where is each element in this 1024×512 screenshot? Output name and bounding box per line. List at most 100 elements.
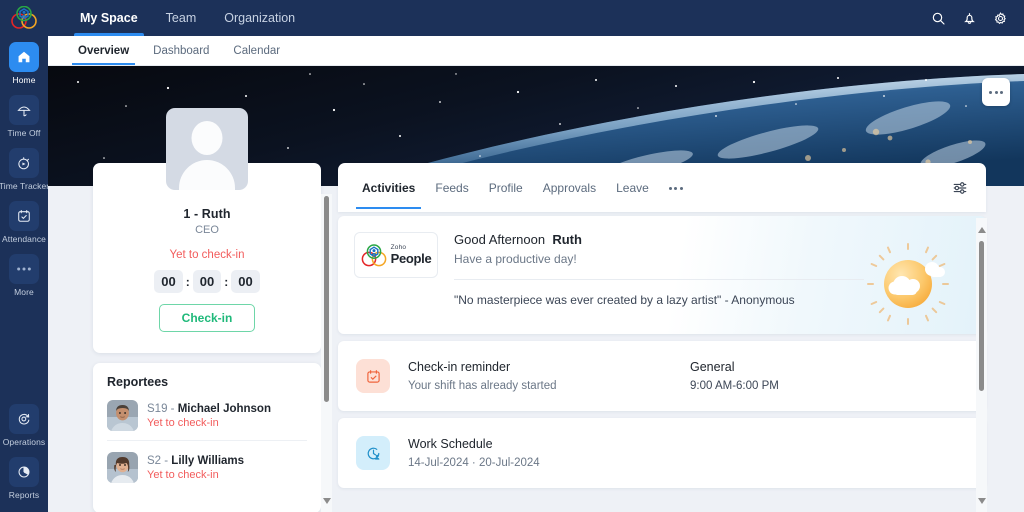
timer-seconds: 00 bbox=[231, 270, 260, 293]
list-item[interactable]: S2 - Lilly Williams Yet to check-in bbox=[107, 440, 307, 492]
activity-feed: Zoho People Good Afternoon Ruth Have a p… bbox=[338, 216, 986, 488]
tab-overview[interactable]: Overview bbox=[66, 36, 141, 65]
timer-separator-2: : bbox=[224, 274, 229, 289]
scrollbar-thumb[interactable] bbox=[979, 241, 984, 391]
app-root: Home Time Off Time Tracker Attendance Mo… bbox=[0, 0, 1024, 512]
activity-subtitle: 14-Jul-2024 · 20-Jul-2024 bbox=[408, 457, 540, 469]
reportee-status: Yet to check-in bbox=[147, 468, 219, 481]
left-column: 1 - Ruth CEO Yet to check-in 00 : 00 : 0… bbox=[93, 108, 321, 512]
primary-nav: My Space Team Organization bbox=[48, 0, 309, 36]
zoho-people-logo-icon[interactable] bbox=[0, 0, 48, 36]
profile-card: 1 - Ruth CEO Yet to check-in 00 : 00 : 0… bbox=[93, 108, 321, 353]
activity-title: Check-in reminder bbox=[408, 360, 511, 374]
tab-leave[interactable]: Leave bbox=[606, 166, 659, 209]
filter-sliders-icon[interactable] bbox=[952, 180, 972, 196]
timer-hours: 00 bbox=[154, 270, 183, 293]
scroll-up-arrow-icon[interactable] bbox=[977, 220, 986, 238]
calendar-check-icon bbox=[356, 359, 390, 393]
content-scrollbar[interactable] bbox=[976, 218, 987, 512]
scroll-down-arrow-icon[interactable] bbox=[977, 491, 986, 509]
activity-text: Check-in reminder Your shift has already… bbox=[390, 360, 690, 392]
scroll-down-arrow-icon[interactable] bbox=[322, 491, 331, 509]
sidebar-label-reports: Reports bbox=[8, 490, 40, 500]
calendar-check-icon bbox=[9, 201, 39, 231]
reportee-info: S2 - Lilly Williams Yet to check-in bbox=[147, 455, 244, 481]
bell-icon[interactable] bbox=[962, 11, 977, 26]
sidebar-item-time-off[interactable]: Time Off bbox=[0, 89, 48, 142]
brand-people: People bbox=[390, 251, 432, 267]
scrollbar-thumb[interactable] bbox=[324, 196, 329, 402]
list-item[interactable]: S19 - Michael Johnson Yet to check-in bbox=[107, 389, 307, 440]
sidebar-item-operations[interactable]: Operations bbox=[0, 398, 48, 451]
timer-separator-1: : bbox=[185, 274, 190, 289]
tab-activities[interactable]: Activities bbox=[352, 166, 425, 209]
nav-item-organization[interactable]: Organization bbox=[210, 0, 309, 36]
sidebar-label-operations: Operations bbox=[2, 437, 46, 447]
greeting-body: Good Afternoon Ruth Have a productive da… bbox=[438, 232, 970, 334]
sidebar-label-time-off: Time Off bbox=[7, 128, 41, 138]
search-icon[interactable] bbox=[931, 11, 946, 26]
header-actions bbox=[931, 0, 1024, 36]
reportee-name: S2 - Lilly Williams bbox=[147, 455, 244, 467]
sidebar-item-reports[interactable]: Reports bbox=[0, 451, 48, 504]
check-in-button[interactable]: Check-in bbox=[159, 304, 255, 332]
pie-chart-icon bbox=[9, 457, 39, 487]
timer-minutes: 00 bbox=[192, 270, 222, 293]
reportees-card: Reportees S19 - Michael Johnson Yet to c… bbox=[93, 363, 321, 512]
nav-item-team[interactable]: Team bbox=[152, 0, 211, 36]
sidebar-item-home[interactable]: Home bbox=[0, 36, 48, 89]
avatar bbox=[107, 400, 138, 431]
checkin-timer: 00 : 00 : 00 bbox=[107, 270, 307, 293]
greeting-user-name: Ruth bbox=[552, 232, 582, 247]
reportee-code: S19 - bbox=[147, 402, 178, 415]
tab-feeds[interactable]: Feeds bbox=[425, 166, 478, 209]
shift-name: General bbox=[690, 360, 735, 374]
nav-label-organization: Organization bbox=[224, 11, 296, 25]
sidebar-item-time-tracker[interactable]: Time Tracker bbox=[0, 142, 48, 195]
reportee-fullname: Michael Johnson bbox=[177, 402, 271, 415]
greeting-card: Zoho People Good Afternoon Ruth Have a p… bbox=[338, 216, 986, 334]
avatar-head-shape bbox=[191, 121, 223, 155]
avatar[interactable] bbox=[166, 108, 248, 190]
tab-label-feeds: Feeds bbox=[435, 181, 469, 195]
nav-label-team: Team bbox=[165, 11, 197, 25]
activity-item-check-in-reminder[interactable]: Check-in reminder Your shift has already… bbox=[338, 341, 986, 411]
zoho-people-logo-icon: Zoho People bbox=[354, 232, 438, 278]
nav-label-my-space: My Space bbox=[80, 11, 138, 25]
avatar bbox=[107, 452, 138, 483]
nav-item-my-space[interactable]: My Space bbox=[66, 0, 152, 36]
sidebar-label-home: Home bbox=[12, 75, 36, 85]
sidebar-item-attendance[interactable]: Attendance bbox=[0, 195, 48, 248]
gear-icon[interactable] bbox=[993, 11, 1008, 26]
sidebar-item-more[interactable]: More bbox=[0, 248, 48, 301]
profile-name: 1 - Ruth bbox=[183, 207, 231, 221]
tab-profile[interactable]: Profile bbox=[479, 166, 533, 209]
activity-title: Work Schedule bbox=[408, 437, 493, 451]
avatar-body-shape bbox=[179, 160, 235, 190]
tab-label-calendar: Calendar bbox=[233, 44, 281, 57]
tab-label-overview: Overview bbox=[78, 44, 130, 57]
tab-label-activities: Activities bbox=[362, 181, 416, 195]
activity-meta: General 9:00 AM-6:00 PM bbox=[690, 360, 779, 392]
reportee-fullname: Lilly Williams bbox=[171, 454, 245, 467]
banner-more-button[interactable] bbox=[982, 78, 1010, 106]
sidebar-label-attendance: Attendance bbox=[1, 234, 46, 244]
work-schedule-clock-icon bbox=[356, 436, 390, 470]
tab-calendar[interactable]: Calendar bbox=[221, 36, 292, 65]
sidebar-label-time-tracker: Time Tracker bbox=[0, 181, 48, 191]
greeting-quote: "No masterpiece was ever created by a la… bbox=[454, 293, 795, 307]
top-header: My Space Team Organization bbox=[48, 0, 1024, 36]
tab-label-dashboard: Dashboard bbox=[153, 44, 210, 57]
tab-overflow-button[interactable] bbox=[659, 172, 693, 204]
left-panel-scrollbar[interactable] bbox=[321, 194, 332, 512]
checkin-status: Yet to check-in bbox=[169, 249, 245, 261]
ellipsis-icon bbox=[9, 254, 39, 284]
left-rail: Home Time Off Time Tracker Attendance Mo… bbox=[0, 0, 48, 512]
tab-approvals[interactable]: Approvals bbox=[533, 166, 606, 209]
sidebar-label-more: More bbox=[14, 287, 34, 297]
activity-item-work-schedule[interactable]: Work Schedule 14-Jul-2024 · 20-Jul-2024 bbox=[338, 418, 986, 488]
tab-dashboard[interactable]: Dashboard bbox=[141, 36, 221, 65]
activity-text: Work Schedule 14-Jul-2024 · 20-Jul-2024 bbox=[390, 437, 690, 469]
zoho-people-wordmark: Zoho People bbox=[390, 244, 432, 267]
secondary-nav: Overview Dashboard Calendar bbox=[48, 36, 1024, 66]
